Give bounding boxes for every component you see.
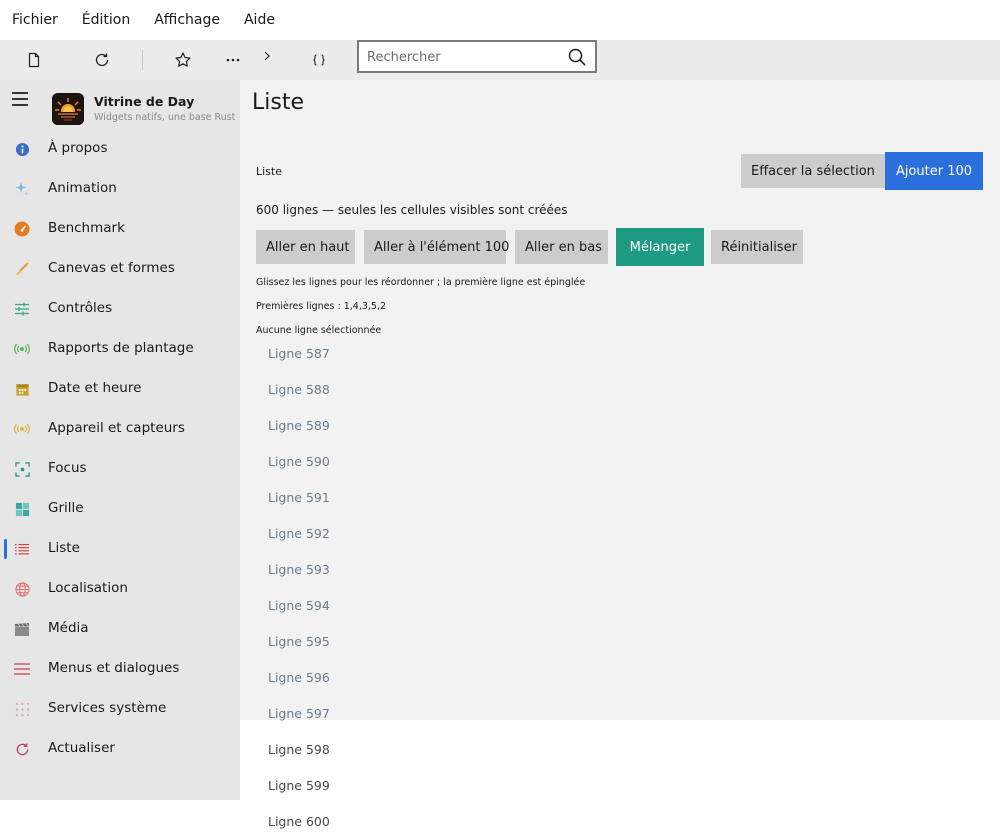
search-icon[interactable] [567, 47, 587, 67]
reset-button[interactable]: Réinitialiser [711, 230, 803, 264]
refresh-icon[interactable] [90, 48, 114, 72]
list-label: Liste [256, 165, 282, 178]
toolbar [0, 40, 1000, 80]
sidebar-item-label: Focus [48, 460, 87, 476]
refresh-icon [14, 741, 30, 757]
braces-icon[interactable] [307, 48, 331, 72]
sliders-icon [14, 301, 30, 317]
active-indicator [4, 539, 7, 559]
shuffle-button[interactable]: Mélanger [616, 228, 704, 266]
sidebar-item-label: Liste [48, 540, 80, 556]
sidebar-item-benchmark[interactable]: Benchmark [0, 209, 240, 249]
brush-icon [14, 261, 30, 277]
search-input[interactable] [367, 46, 557, 68]
sidebar-item-label: Grille [48, 500, 84, 516]
list-item[interactable]: Ligne 590 [268, 454, 330, 469]
list-item[interactable]: Ligne 587 [268, 346, 330, 361]
toolbar-separator [142, 50, 143, 70]
sidebar-item-liste[interactable]: Liste [0, 529, 240, 569]
list-item[interactable]: Ligne 592 [268, 526, 330, 541]
drag-hint-text: Glissez les lignes pour les réordonner ;… [256, 277, 586, 288]
app-logo [52, 93, 84, 125]
sidebar-item-label: Rapports de plantage [48, 340, 194, 356]
row-count-text: 600 lignes — seules les cellules visible… [256, 203, 568, 217]
gauge-icon [14, 221, 30, 237]
focus-icon [14, 461, 30, 477]
app-subtitle: Widgets natifs, une base Rust [94, 112, 236, 123]
scroll-to-100-button[interactable]: Aller à l'élément 100 [364, 230, 509, 264]
list-item[interactable]: Ligne 596 [268, 670, 330, 685]
sidebar-item-label: Benchmark [48, 220, 125, 236]
list-icon [14, 541, 30, 557]
info-icon [14, 141, 30, 157]
sidebar-item-grille[interactable]: Grille [0, 489, 240, 529]
sidebar-item-label: Média [48, 620, 89, 636]
more-icon[interactable] [221, 48, 245, 72]
main-panel: Liste Liste Effacer la sélection Ajouter… [240, 80, 1000, 720]
add-100-button[interactable]: Ajouter 100 [885, 152, 983, 190]
sidebar-item-a-propos[interactable]: À propos [0, 129, 240, 169]
broadcast-icon [14, 341, 30, 357]
page-title: Liste [252, 90, 304, 115]
sidebar-item-actualiser[interactable]: Actualiser [0, 729, 240, 769]
search-box[interactable] [357, 40, 597, 73]
list-item[interactable]: Ligne 591 [268, 490, 330, 505]
sidebar-item-label: Localisation [48, 580, 128, 596]
list-item[interactable]: Ligne 595 [268, 634, 330, 649]
sidebar-item-label: Contrôles [48, 300, 113, 316]
menu-icon [14, 661, 30, 677]
dots-grid-icon [14, 701, 30, 717]
sidebar-item-label: Animation [48, 180, 117, 196]
sidebar-item-animation[interactable]: Animation [0, 169, 240, 209]
sidebar-item-canevas[interactable]: Canevas et formes [0, 249, 240, 289]
chevron-right-icon[interactable] [255, 44, 279, 68]
sidebar: Vitrine de Day Widgets natifs, une base … [0, 80, 240, 800]
list-item[interactable]: Ligne 589 [268, 418, 330, 433]
list-item[interactable]: Ligne 594 [268, 598, 330, 613]
sidebar-item-label: Date et heure [48, 380, 142, 396]
menu-aide[interactable]: Aide [244, 12, 275, 28]
sidebar-item-label: Menus et dialogues [48, 660, 180, 676]
sidebar-item-label: Services système [48, 700, 167, 716]
clear-selection-button[interactable]: Effacer la sélection [741, 154, 885, 188]
sidebar-item-media[interactable]: Média [0, 609, 240, 649]
sensor-icon [14, 421, 30, 437]
app-title: Vitrine de Day [94, 94, 195, 109]
sidebar-item-label: À propos [48, 140, 108, 156]
sidebar-item-services[interactable]: Services système [0, 689, 240, 729]
list-item[interactable]: Ligne 598 [268, 742, 330, 757]
menu-affichage[interactable]: Affichage [154, 12, 220, 28]
list-item[interactable]: Ligne 599 [268, 778, 330, 793]
clapper-icon [14, 621, 30, 637]
sidebar-item-focus[interactable]: Focus [0, 449, 240, 489]
list-item[interactable]: Ligne 600 [268, 814, 330, 829]
sparkle-icon [14, 181, 30, 197]
calendar-icon [14, 381, 30, 397]
sidebar-item-menus[interactable]: Menus et dialogues [0, 649, 240, 689]
sidebar-item-label: Appareil et capteurs [48, 420, 185, 436]
menu-bar: Fichier Édition Affichage Aide [0, 0, 1000, 40]
new-file-icon[interactable] [22, 48, 46, 72]
sidebar-item-appareil[interactable]: Appareil et capteurs [0, 409, 240, 449]
sidebar-item-label: Actualiser [48, 740, 115, 756]
list-item[interactable]: Ligne 588 [268, 382, 330, 397]
sidebar-item-controles[interactable]: Contrôles [0, 289, 240, 329]
sidebar-item-label: Canevas et formes [48, 260, 175, 276]
scroll-top-button[interactable]: Aller en haut [256, 230, 355, 264]
sidebar-item-rapports[interactable]: Rapports de plantage [0, 329, 240, 369]
sidebar-item-localisation[interactable]: Localisation [0, 569, 240, 609]
star-icon[interactable] [171, 48, 195, 72]
list-item[interactable]: Ligne 593 [268, 562, 330, 577]
menu-edition[interactable]: Édition [82, 12, 130, 28]
menu-fichier[interactable]: Fichier [12, 12, 58, 28]
hamburger-icon[interactable] [12, 92, 28, 106]
globe-icon [14, 581, 30, 597]
sidebar-item-date[interactable]: Date et heure [0, 369, 240, 409]
grid-icon [14, 501, 30, 517]
selection-status-text: Aucune ligne sélectionnée [256, 325, 382, 336]
first-rows-text: Premières lignes : 1,4,3,5,2 [256, 301, 387, 312]
scroll-bottom-button[interactable]: Aller en bas [515, 230, 608, 264]
list-item[interactable]: Ligne 597 [268, 706, 330, 721]
